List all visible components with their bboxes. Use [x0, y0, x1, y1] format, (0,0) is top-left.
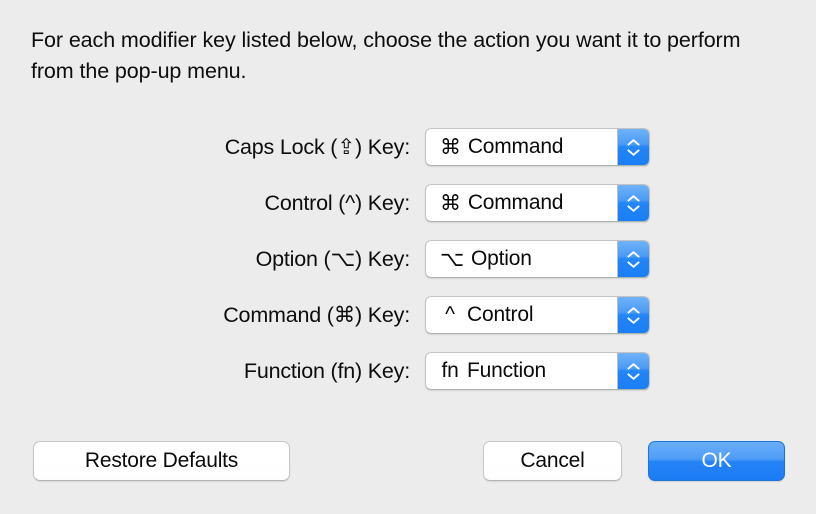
- stepper-command[interactable]: [617, 297, 649, 333]
- modifier-row-function: Function (fn) Key: fn Function: [0, 352, 816, 408]
- stepper-option[interactable]: [617, 241, 649, 277]
- restore-defaults-button[interactable]: Restore Defaults: [33, 441, 290, 481]
- modifier-label-control: Control (^) Key:: [264, 191, 411, 215]
- chevron-down-icon: [627, 372, 640, 380]
- popup-value-text-option: Option: [471, 247, 532, 270]
- popup-value-text-command: Control: [467, 303, 534, 326]
- fn-symbol-icon: fn: [441, 359, 459, 382]
- chevron-up-icon: [627, 306, 640, 314]
- modifier-row-command: Command (⌘) Key: ^ Control: [0, 296, 816, 352]
- popup-value-control: ⌘ Command: [426, 185, 617, 221]
- modifier-label-caps-lock: Caps Lock (⇪) Key:: [224, 135, 410, 159]
- stepper-function[interactable]: [617, 353, 649, 389]
- chevron-down-icon: [627, 204, 640, 212]
- popup-value-caps-lock: ⌘ Command: [426, 129, 617, 165]
- dialog-button-bar: Restore Defaults Cancel OK: [0, 441, 816, 483]
- chevron-up-icon: [627, 138, 640, 146]
- modifier-key-list: Caps Lock (⇪) Key: ⌘ Command Control (^)…: [0, 128, 816, 408]
- popup-button-command[interactable]: ^ Control: [425, 296, 650, 334]
- popup-button-caps-lock[interactable]: ⌘ Command: [425, 128, 650, 166]
- modifier-row-control: Control (^) Key: ⌘ Command: [0, 184, 816, 240]
- stepper-control[interactable]: [617, 185, 649, 221]
- stepper-caps-lock[interactable]: [617, 129, 649, 165]
- popup-value-command: ^ Control: [426, 297, 617, 333]
- modifier-label-command: Command (⌘) Key:: [223, 303, 410, 327]
- modifier-label-function: Function (fn) Key:: [243, 359, 410, 383]
- popup-value-text-caps-lock: Command: [467, 135, 564, 158]
- popup-button-control[interactable]: ⌘ Command: [425, 184, 650, 222]
- popup-value-text-control: Command: [467, 191, 564, 214]
- command-symbol-icon: ⌘: [440, 191, 461, 215]
- popup-button-function[interactable]: fn Function: [425, 352, 650, 390]
- dialog-instruction: For each modifier key listed below, choo…: [31, 28, 741, 83]
- option-symbol-icon: ⌥: [440, 247, 464, 271]
- control-symbol-icon: ^: [445, 303, 455, 326]
- popup-value-function: fn Function: [426, 353, 617, 389]
- command-symbol-icon: ⌘: [440, 135, 461, 159]
- chevron-up-icon: [627, 362, 640, 370]
- chevron-down-icon: [627, 260, 640, 268]
- modifier-row-option: Option (⌥) Key: ⌥ Option: [0, 240, 816, 296]
- chevron-down-icon: [627, 316, 640, 324]
- modifier-label-option: Option (⌥) Key:: [255, 247, 411, 271]
- chevron-up-icon: [627, 250, 640, 258]
- popup-value-option: ⌥ Option: [426, 241, 617, 277]
- ok-button[interactable]: OK: [648, 441, 785, 481]
- chevron-up-icon: [627, 194, 640, 202]
- chevron-down-icon: [627, 148, 640, 156]
- cancel-button[interactable]: Cancel: [483, 441, 622, 481]
- popup-button-option[interactable]: ⌥ Option: [425, 240, 650, 278]
- popup-value-text-function: Function: [467, 359, 546, 382]
- modifier-row-caps-lock: Caps Lock (⇪) Key: ⌘ Command: [0, 128, 816, 184]
